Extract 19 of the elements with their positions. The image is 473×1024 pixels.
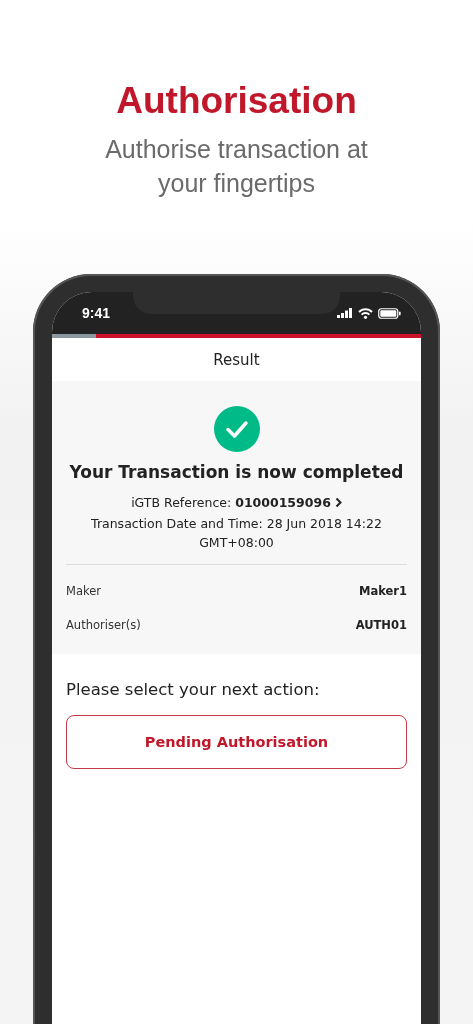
detail-value: AUTH01 [355, 618, 407, 632]
detail-value: Maker1 [358, 584, 407, 598]
reference-link[interactable]: 01000159096 [235, 495, 331, 510]
result-heading: Your Transaction is now completed [69, 462, 404, 482]
signal-icon [337, 308, 353, 318]
action-prompt: Please select your next action: [66, 680, 321, 699]
check-icon [213, 406, 260, 452]
reference-label: iGTB Reference: [131, 495, 232, 510]
chevron-right-icon [334, 497, 342, 508]
transaction-date-time: Transaction Date and Time: 28 Jun 2018 14:22 GMT+08:00 [90, 515, 383, 552]
battery-icon [378, 307, 401, 319]
headline: Authorisation [116, 79, 357, 123]
detail-label: Maker [66, 584, 102, 598]
subtitle: Authorise transaction at your fingertips [104, 134, 369, 199]
wifi-icon [358, 307, 373, 319]
screen-title: Result [213, 350, 260, 369]
status-time: 9:41 [82, 305, 111, 321]
detail-label: Authoriser(s) [66, 618, 141, 632]
action-button[interactable]: Pending Authorisation [66, 715, 407, 769]
